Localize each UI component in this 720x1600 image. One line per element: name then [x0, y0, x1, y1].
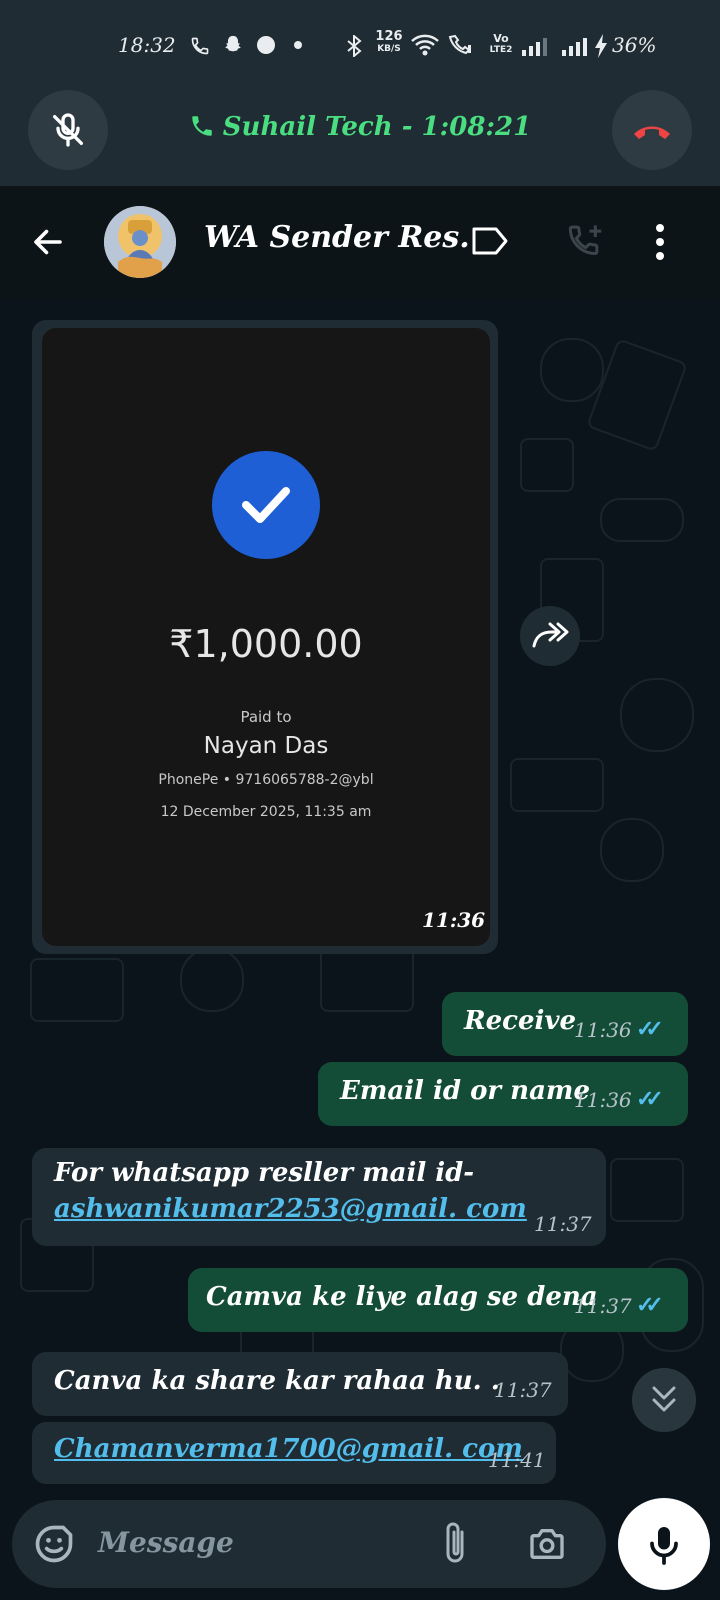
label-icon[interactable]: [470, 224, 510, 258]
net-speed-value: 126: [375, 29, 403, 44]
wallpaper-doodle: [30, 958, 124, 1022]
volte-indicator: Vo LTE2: [488, 33, 514, 56]
wifi-calling-icon: [448, 34, 471, 55]
check-icon: [242, 487, 290, 523]
avatar[interactable]: [104, 206, 176, 278]
status-bar: 18:32 126 KB/S Vo LTE2 36%: [0, 0, 720, 86]
wallpaper-doodle: [510, 758, 604, 812]
payment-receipt-image[interactable]: ₹1,000.00 Paid to Nayan Das PhonePe • 97…: [42, 328, 490, 946]
end-call-icon: [634, 126, 670, 139]
incoming-message-bubble[interactable]: For whatsapp resller mail id- ashwanikum…: [32, 1148, 606, 1246]
signal-sim2-icon: [562, 38, 587, 56]
signal-sim1-icon: [522, 38, 547, 56]
wallpaper-doodle: [620, 678, 694, 752]
camera-icon[interactable]: [526, 1524, 568, 1564]
wallpaper-doodle: [520, 438, 574, 492]
wallpaper-doodle: [540, 338, 604, 402]
more-vert-icon[interactable]: [654, 222, 666, 262]
end-call-button[interactable]: [612, 90, 692, 170]
read-receipt-icon: ✓✓: [636, 1016, 664, 1042]
message-text: Canva ka share kar rahaa hu. .: [54, 1366, 500, 1396]
chat-header: WA Sender Res.: [0, 186, 720, 298]
message-input-box[interactable]: Message: [12, 1500, 606, 1588]
outgoing-message-bubble[interactable]: Email id or name 11:36 ✓✓: [318, 1062, 688, 1126]
message-time: 11:36: [574, 1018, 632, 1042]
message-time: 11:37: [494, 1378, 552, 1402]
payee-name: Nayan Das: [203, 733, 329, 759]
paid-to-label: Paid to: [240, 708, 292, 726]
payee-upi: PhonePe • 9716065788-2@ybl: [158, 772, 374, 788]
battery-percent: 36%: [612, 33, 657, 57]
avatar-image: [104, 206, 176, 278]
message-time: 11:37: [534, 1212, 592, 1236]
message-text: Receive: [464, 1006, 577, 1036]
wifi-icon: [411, 34, 439, 56]
composer: Message: [0, 1488, 720, 1600]
sticker-icon[interactable]: [32, 1522, 76, 1566]
wallpaper-doodle: [180, 948, 244, 1012]
volte-top: Vo: [493, 32, 509, 45]
outgoing-message-bubble[interactable]: Receive 11:36 ✓✓: [442, 992, 688, 1056]
read-receipt-icon: ✓✓: [636, 1292, 664, 1318]
incoming-message-bubble[interactable]: Chamanverma1700@gmail. com 11:41: [32, 1422, 556, 1484]
email-link[interactable]: Chamanverma1700@gmail. com: [54, 1434, 523, 1464]
scroll-to-bottom-button[interactable]: [632, 1368, 696, 1432]
bluetooth-icon: [347, 35, 362, 57]
more-notifications-icon: [294, 41, 302, 49]
payment-success-badge: [212, 451, 320, 559]
scroll-down-icon: [652, 1386, 676, 1412]
wallpaper-doodle: [610, 1158, 684, 1222]
payment-datetime: 12 December 2025, 11:35 am: [160, 804, 372, 820]
attach-icon[interactable]: [440, 1520, 470, 1568]
volte-bottom: LTE2: [489, 45, 513, 55]
message-time: 11:36: [422, 908, 486, 932]
ongoing-call-banner[interactable]: Suhail Tech - 1:08:21: [0, 86, 720, 186]
back-arrow-icon[interactable]: [30, 224, 66, 260]
call-status-icon: [191, 37, 209, 55]
call-label-text: Suhail Tech - 1:08:21: [222, 112, 532, 142]
voice-message-button[interactable]: [618, 1498, 710, 1590]
forward-button[interactable]: [520, 606, 580, 666]
net-speed-unit: KB/S: [377, 44, 401, 54]
chat-messages[interactable]: ₹1,000.00 Paid to Nayan Das PhonePe • 97…: [0, 298, 720, 1488]
message-time: 11:36: [574, 1088, 632, 1112]
wallpaper-doodle: [600, 498, 684, 542]
message-input-placeholder[interactable]: Message: [98, 1526, 234, 1559]
payment-amount: ₹1,000.00: [169, 622, 363, 666]
message-time: 11:37: [574, 1294, 632, 1318]
mic-icon: [650, 1527, 678, 1565]
message-time: 11:41: [488, 1448, 546, 1472]
charging-icon: [595, 34, 607, 58]
notification-dot-icon: [257, 36, 275, 54]
incoming-message-bubble[interactable]: Canva ka share kar rahaa hu. . 11:37: [32, 1352, 568, 1416]
add-call-icon[interactable]: [566, 222, 608, 262]
snapchat-icon: [225, 35, 241, 52]
image-message-bubble[interactable]: ₹1,000.00 Paid to Nayan Das PhonePe • 97…: [32, 320, 498, 954]
read-receipt-icon: ✓✓: [636, 1086, 664, 1112]
forward-icon: [532, 622, 569, 648]
chat-title[interactable]: WA Sender Res.: [204, 220, 470, 255]
phone-icon: [192, 116, 212, 136]
email-link[interactable]: ashwanikumar2253@gmail. com: [54, 1194, 527, 1224]
net-speed: 126 KB/S: [374, 30, 404, 55]
message-text: For whatsapp resller mail id-: [54, 1158, 475, 1188]
message-text: Email id or name: [340, 1076, 590, 1106]
wallpaper-doodle: [600, 818, 664, 882]
message-text: Camva ke liye alag se dena: [206, 1282, 598, 1312]
outgoing-message-bubble[interactable]: Camva ke liye alag se dena 11:37 ✓✓: [188, 1268, 688, 1332]
status-time: 18:32: [118, 33, 176, 57]
